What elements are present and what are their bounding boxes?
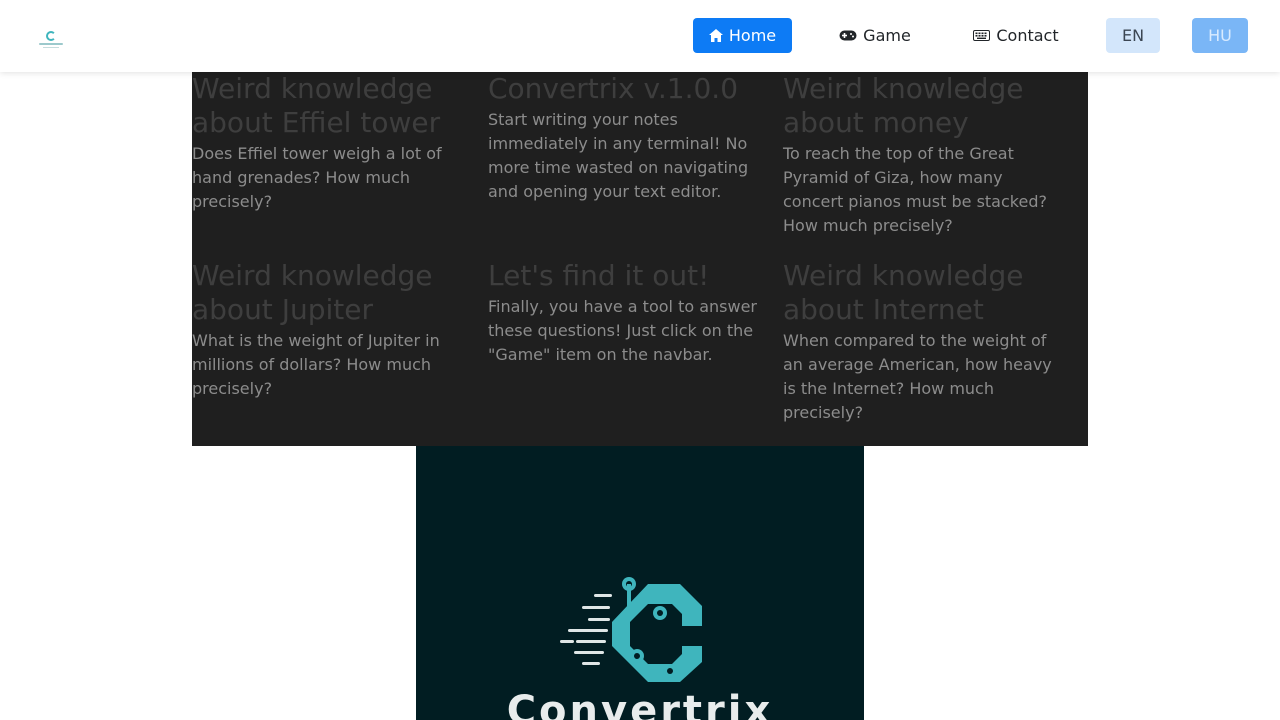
home-icon (708, 29, 723, 42)
lang-en-label: EN (1121, 26, 1145, 45)
card-text: Does Effiel tower weigh a lot of hand gr… (192, 144, 442, 211)
hero-brand-name: Convertrix (506, 688, 774, 720)
card-title: Weird knowledge about money (783, 72, 1024, 139)
card-effiel-tower: Weird knowledge about Effiel tower Does … (192, 72, 472, 214)
card-title: Let's find it out! (488, 259, 710, 292)
nav-home-button[interactable]: Home (693, 18, 792, 53)
lang-hu-label: HU (1208, 26, 1232, 45)
card-title: Weird knowledge about Effiel tower (192, 72, 441, 139)
feature-cards-panel: Weird knowledge about Effiel tower Does … (192, 72, 1088, 446)
card-text: To reach the top of the Great Pyramid of… (783, 144, 1047, 235)
lang-hu-button[interactable]: HU (1192, 18, 1248, 53)
nav-game-button[interactable]: Game (826, 18, 924, 53)
card-money: Weird knowledge about money To reach the… (783, 72, 1063, 238)
card-text: Start writing your notes immediately in … (488, 110, 749, 201)
card-jupiter: Weird knowledge about Jupiter What is th… (192, 259, 472, 401)
nav-home-label: Home (728, 26, 777, 45)
nav-contact-button[interactable]: Contact (962, 18, 1070, 53)
logo-mark-icon (46, 31, 56, 41)
card-text: What is the weight of Jupiter in million… (192, 331, 440, 398)
card-text: When compared to the weight of an averag… (783, 331, 1052, 422)
nav-game-label: Game (863, 26, 911, 45)
card-title: Weird knowledge about Jupiter (192, 259, 433, 326)
nav-contact-label: Contact (996, 26, 1059, 45)
card-find-out: Let's find it out! Finally, you have a t… (488, 259, 768, 367)
lang-en-button[interactable]: EN (1106, 18, 1160, 53)
card-title: Weird knowledge about Internet (783, 259, 1024, 326)
card-internet: Weird knowledge about Internet When comp… (783, 259, 1063, 425)
card-convertrix-version: Convertrix v.1.0.0 Start writing your no… (488, 72, 768, 204)
keyboard-icon (973, 30, 991, 41)
card-title: Convertrix v.1.0.0 (488, 72, 739, 105)
gamepad-icon (839, 30, 857, 41)
card-text: Finally, you have a tool to answer these… (488, 297, 757, 364)
convertrix-logo-icon (560, 577, 702, 682)
navbar: Home Game Contact EN HU (0, 0, 1280, 72)
brand-logo[interactable] (36, 31, 66, 53)
hero-logo-banner: Convertrix (416, 446, 864, 720)
